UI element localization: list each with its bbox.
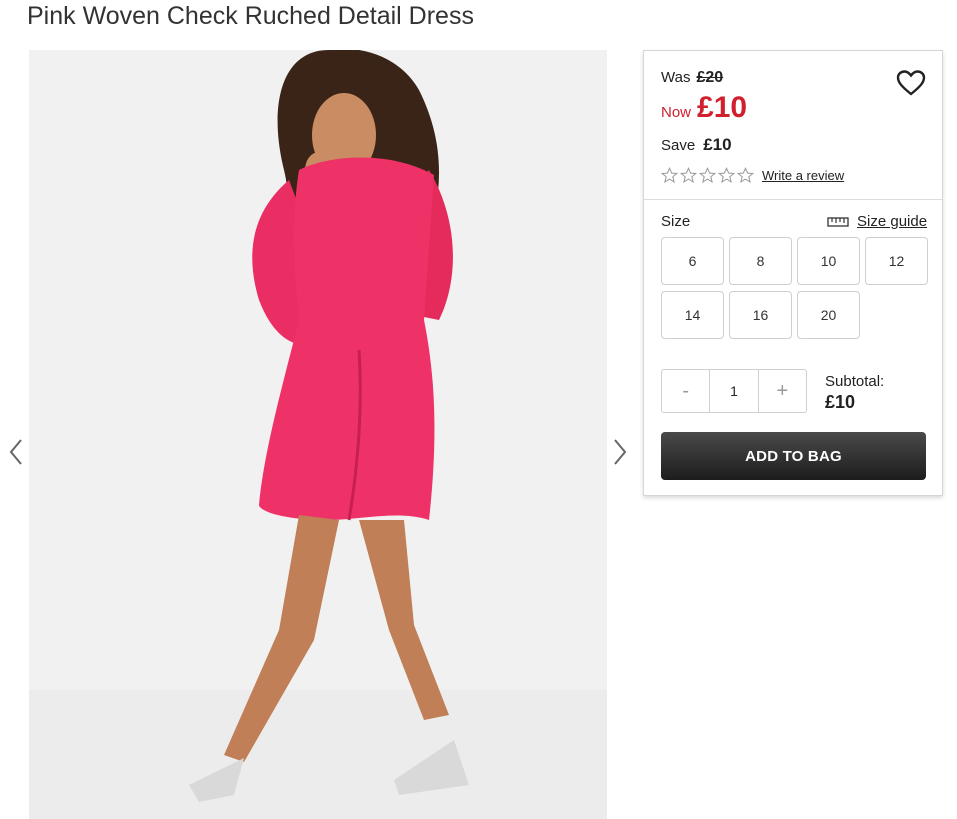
gallery-prev-button[interactable] <box>7 437 25 467</box>
save-row: Save £10 <box>661 135 732 155</box>
product-photo <box>29 50 607 819</box>
star-icon <box>661 167 678 183</box>
quantity-decrease-button[interactable]: - <box>662 370 709 412</box>
star-icon <box>680 167 697 183</box>
gallery-next-button[interactable] <box>611 437 629 467</box>
size-guide-label: Size guide <box>857 213 928 230</box>
quantity-stepper: - 1 + <box>661 369 807 413</box>
chevron-left-icon <box>9 439 22 465</box>
was-price: £20 <box>696 69 724 86</box>
heart-icon <box>896 70 926 96</box>
write-review-link[interactable]: Write a review <box>762 168 844 183</box>
subtotal-value: £10 <box>825 392 856 412</box>
quantity-input[interactable]: 1 <box>709 370 759 412</box>
size-option[interactable]: 20 <box>797 291 860 339</box>
product-title: Pink Woven Check Ruched Detail Dress <box>27 2 474 30</box>
size-option[interactable]: 8 <box>729 237 792 285</box>
quantity-increase-button[interactable]: + <box>759 370 806 412</box>
star-icon <box>718 167 735 183</box>
star-icon <box>699 167 716 183</box>
subtotal: Subtotal: £10 <box>825 373 884 411</box>
divider <box>644 199 942 200</box>
save-label: Save <box>661 137 696 154</box>
now-label: Now <box>661 104 692 121</box>
purchase-panel: Was £20 Now £10 Save £10 Write a review … <box>643 50 943 496</box>
size-option[interactable]: 12 <box>865 237 928 285</box>
was-label: Was <box>661 69 691 86</box>
size-option[interactable]: 14 <box>661 291 724 339</box>
size-label: Size <box>661 213 691 230</box>
save-value: £10 <box>703 135 732 154</box>
was-price-row: Was £20 <box>661 69 723 87</box>
size-guide-link[interactable]: Size guide <box>827 213 927 230</box>
size-option[interactable]: 16 <box>729 291 792 339</box>
size-option[interactable]: 10 <box>797 237 860 285</box>
product-image[interactable] <box>29 50 607 819</box>
size-option[interactable]: 6 <box>661 237 724 285</box>
star-icon <box>737 167 754 183</box>
now-price: £10 <box>697 91 748 124</box>
rating: Write a review <box>661 167 844 184</box>
now-price-row: Now £10 <box>661 91 747 125</box>
add-to-bag-button[interactable]: ADD TO BAG <box>661 432 926 480</box>
wishlist-button[interactable] <box>896 69 926 97</box>
size-options: 6 8 10 12 14 16 20 <box>661 237 929 339</box>
ruler-icon <box>827 216 849 227</box>
chevron-right-icon <box>614 439 627 465</box>
subtotal-label: Subtotal: <box>825 373 885 390</box>
